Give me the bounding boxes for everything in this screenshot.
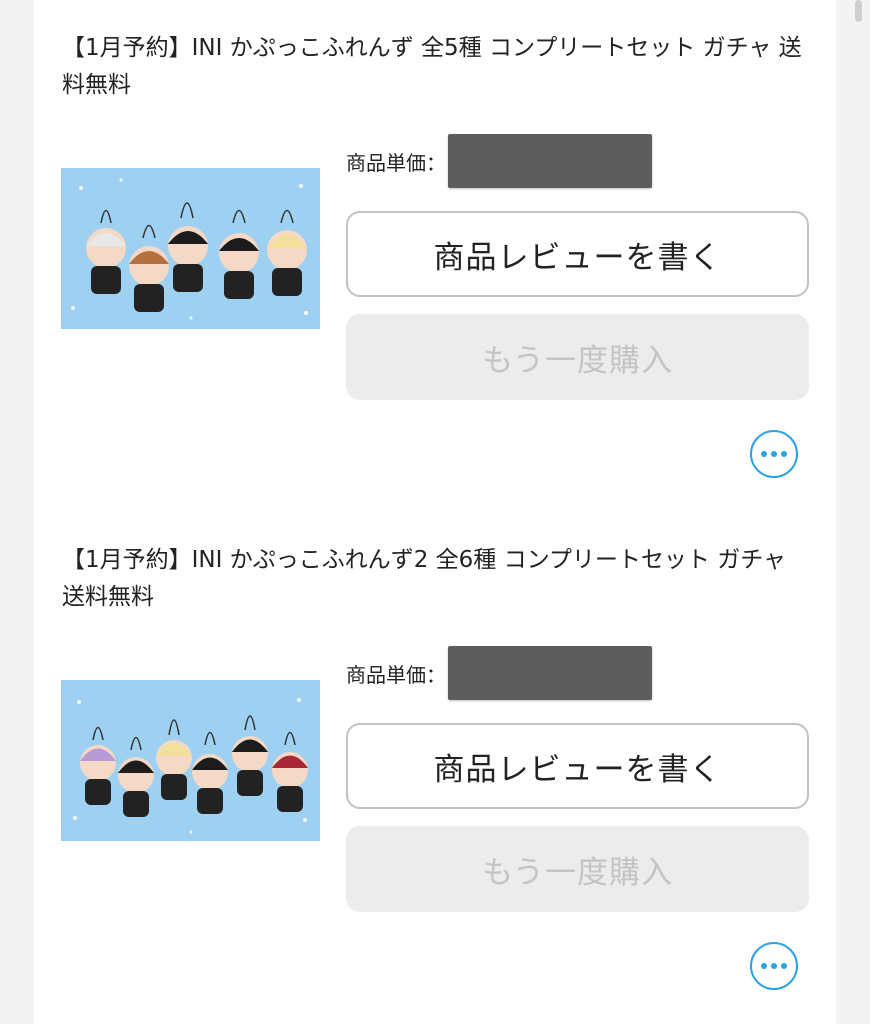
plush-keychains-image [61,680,320,841]
unit-price-row: 商品単価： [346,646,652,700]
order-history-page: 【1月予約】INI かぷっこふれんず 全5種 コンプリートセット ガチャ 送料無… [0,0,870,1024]
plush-keychains-image [61,168,320,329]
product-image[interactable] [61,168,320,329]
product-card: 【1月予約】INI かぷっこふれんず 全5種 コンプリートセット ガチャ 送料無… [34,0,836,512]
product-title[interactable]: 【1月予約】INI かぷっこふれんず2 全6種 コンプリートセット ガチャ 送料… [62,542,812,616]
more-options-button[interactable] [750,942,798,990]
product-image[interactable] [61,680,320,841]
more-dots-icon [761,963,767,969]
unit-price-label: 商品単価： [346,662,446,687]
price-redaction [448,134,652,188]
unit-price-row: 商品単価： [346,134,652,188]
more-options-button[interactable] [750,430,798,478]
write-review-button[interactable]: 商品レビューを書く [346,723,809,809]
buy-again-button[interactable]: もう一度購入 [346,314,809,400]
scrollbar-thumb[interactable] [855,0,862,22]
product-card: 【1月予約】INI かぷっこふれんず2 全6種 コンプリートセット ガチャ 送料… [34,512,836,1024]
buy-again-button[interactable]: もう一度購入 [346,826,809,912]
product-title[interactable]: 【1月予約】INI かぷっこふれんず 全5種 コンプリートセット ガチャ 送料無… [62,30,812,104]
unit-price-label: 商品単価： [346,150,446,175]
write-review-button[interactable]: 商品レビューを書く [346,211,809,297]
price-redaction [448,646,652,700]
more-dots-icon [761,451,767,457]
